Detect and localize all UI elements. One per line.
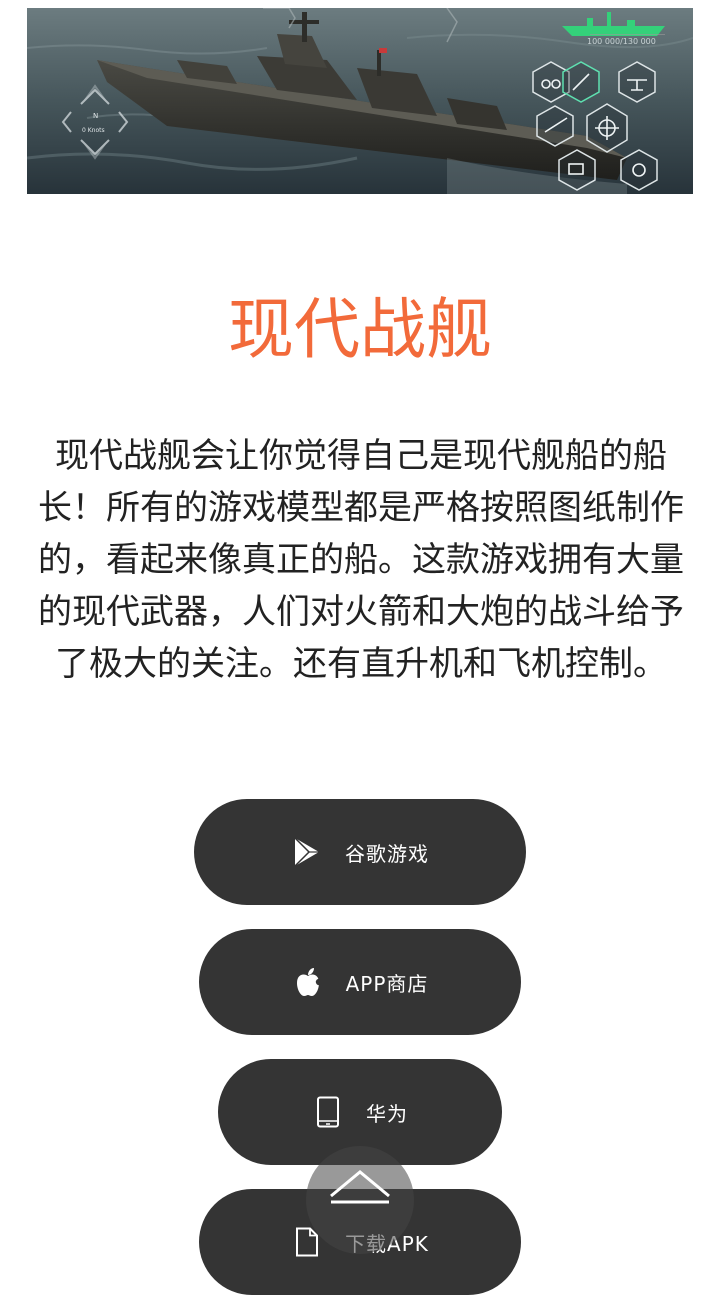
- google-play-button[interactable]: 谷歌游戏: [194, 799, 526, 905]
- compass-label: N: [93, 112, 98, 120]
- google-play-icon: [291, 836, 323, 868]
- speed-label: 0 Knots: [82, 127, 105, 134]
- huawei-store-label: 华为: [366, 1101, 408, 1126]
- warship-scene: 100 000/130 000 N 0 Knots: [27, 8, 693, 194]
- apple-icon: [292, 966, 324, 998]
- ship-counter: 100 000/130 000: [587, 37, 656, 46]
- page-title: 现代战舰: [228, 291, 492, 368]
- app-store-label: APP商店: [345, 971, 429, 996]
- scroll-to-top-button[interactable]: [306, 1146, 414, 1254]
- game-screenshot: 100 000/130 000 N 0 Knots: [27, 8, 693, 194]
- tablet-icon: [312, 1096, 344, 1128]
- chevron-up-icon: [330, 1170, 390, 1204]
- game-description: 现代战舰会让你觉得自己是现代舰船的船长！所有的游戏模型都是严格按照图纸制作的，看…: [38, 436, 684, 684]
- app-store-button[interactable]: APP商店: [199, 929, 521, 1035]
- google-play-label: 谷歌游戏: [345, 841, 429, 866]
